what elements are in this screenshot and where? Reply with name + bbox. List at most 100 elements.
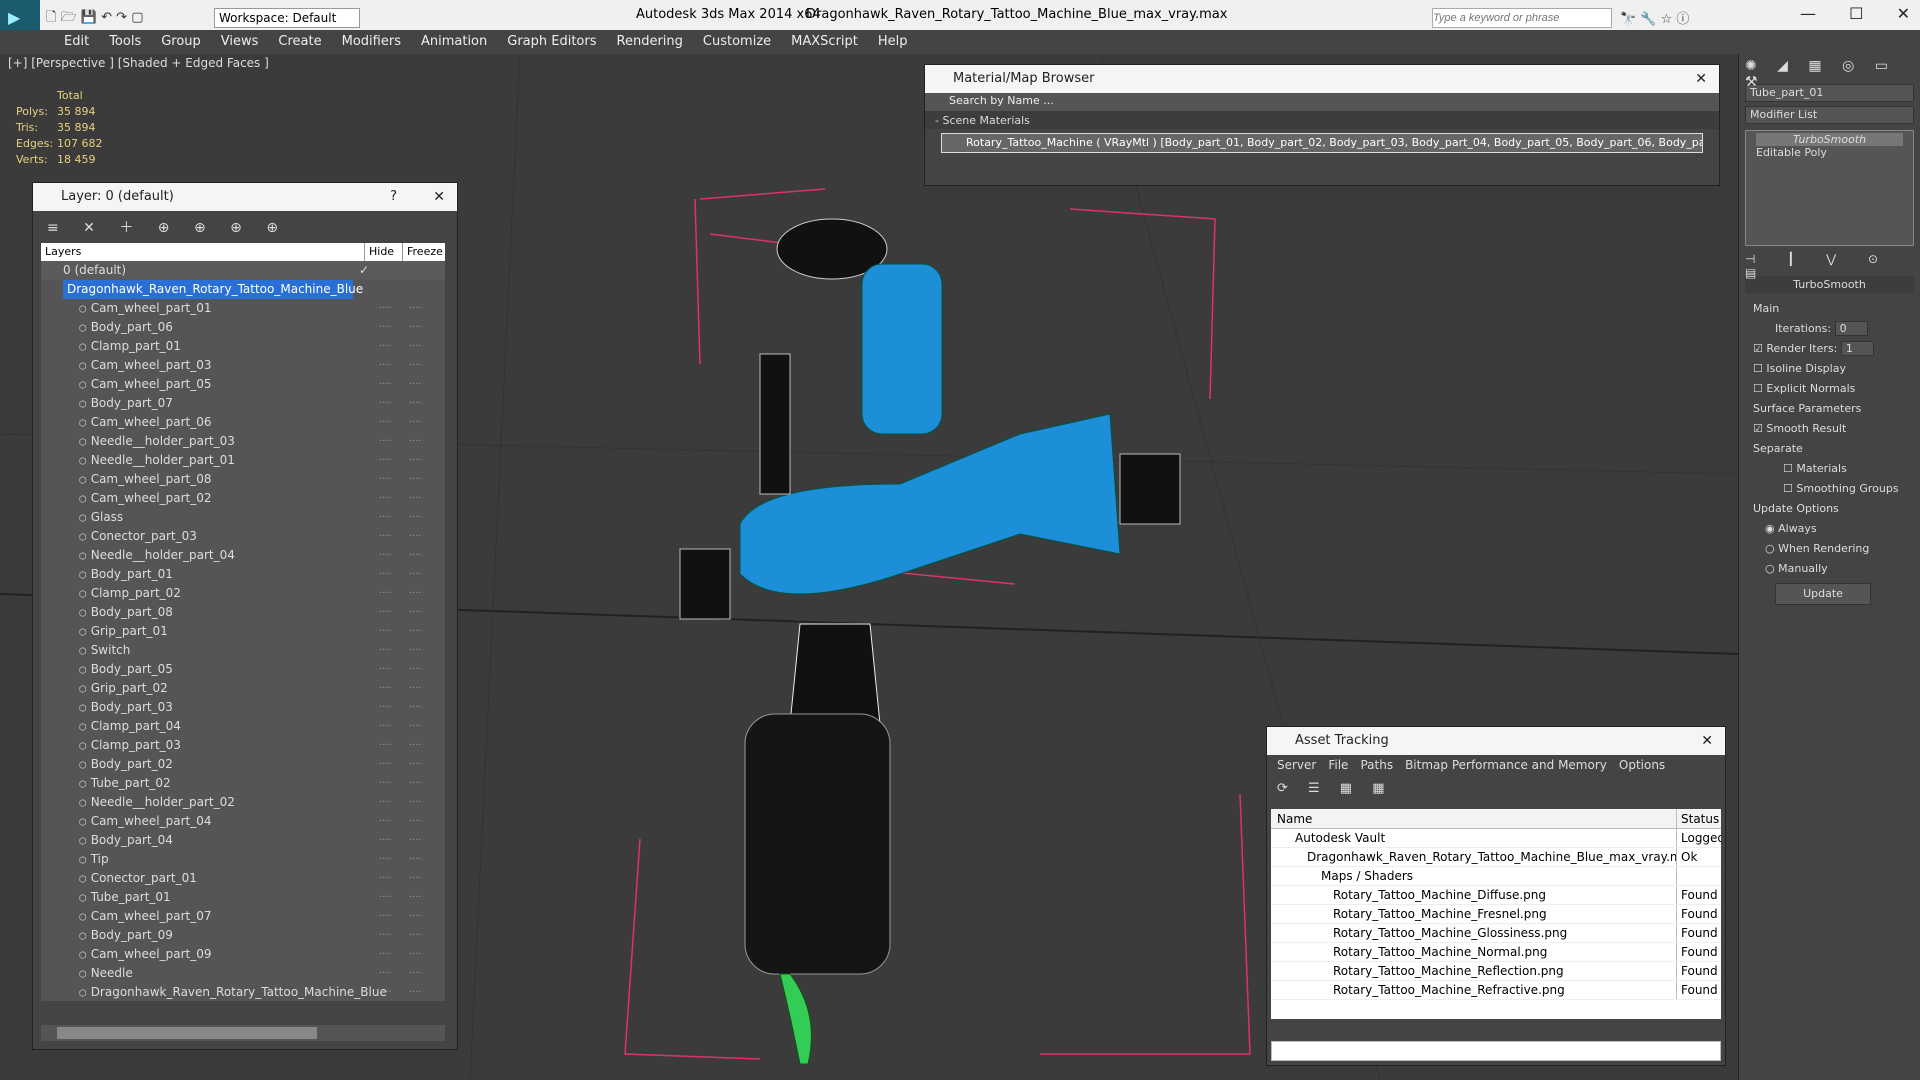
menu-item-modifiers[interactable]: Modifiers [332, 30, 411, 53]
freeze-toggle[interactable]: ···· [409, 812, 422, 831]
layer-object-item[interactable]: ⬡ Switch ···· ···· [41, 641, 445, 660]
menu-item-views[interactable]: Views [211, 30, 269, 53]
freeze-toggle[interactable]: ···· [409, 774, 422, 793]
freeze-toggle[interactable]: ···· [409, 603, 422, 622]
layer-window-title-bar[interactable]: Layer: 0 (default) ? ✕ [33, 183, 457, 211]
hide-toggle[interactable]: ···· [379, 774, 392, 793]
materials-checkbox[interactable]: ☐ [1783, 462, 1793, 475]
hide-toggle[interactable]: ···· [379, 755, 392, 774]
asset-toolbar[interactable]: ⟳ ☰ ▦ ▦ [1267, 777, 1725, 803]
asset-row[interactable]: Rotary_Tattoo_Machine_Diffuse.png Found [1271, 886, 1721, 905]
hide-toggle[interactable]: ···· [379, 584, 392, 603]
modifier-list-dropdown[interactable]: Modifier List [1745, 106, 1914, 124]
layer-object-item[interactable]: ⬡ Grip_part_02 ···· ···· [41, 679, 445, 698]
layer-list[interactable]: 0 (default) ✓ Dragonhawk_Raven_Rotary_Tat… [41, 261, 445, 1001]
minimize-icon[interactable]: — [1800, 4, 1816, 23]
layer-object-item[interactable]: ⬡ Needle__holder_part_02 ···· ···· [41, 793, 445, 812]
layer-object-item[interactable]: ⬡ Dragonhawk_Raven_Rotary_Tattoo_Machine… [41, 983, 445, 1001]
freeze-toggle[interactable]: ···· [409, 432, 422, 451]
freeze-column-header[interactable]: Freeze [403, 243, 445, 261]
hide-toggle[interactable]: ···· [379, 926, 392, 945]
asset-name-header[interactable]: Name [1271, 809, 1677, 828]
asset-menu-options[interactable]: Options [1613, 758, 1671, 772]
close-icon[interactable]: ✕ [1695, 65, 1707, 93]
menu-item-group[interactable]: Group [151, 30, 211, 53]
hide-toggle[interactable]: ···· [379, 451, 392, 470]
freeze-toggle[interactable]: ···· [409, 736, 422, 755]
hide-toggle[interactable]: ···· [379, 907, 392, 926]
freeze-toggle[interactable]: ···· [409, 679, 422, 698]
layer-object-item[interactable]: ⬡ Clamp_part_01 ···· ···· [41, 337, 445, 356]
hide-toggle[interactable]: ···· [379, 812, 392, 831]
freeze-toggle[interactable]: ···· [409, 546, 422, 565]
freeze-toggle[interactable]: ···· [409, 489, 422, 508]
hide-toggle[interactable]: ···· [379, 717, 392, 736]
freeze-toggle[interactable]: ···· [409, 907, 422, 926]
viewport-label[interactable]: [+] [Perspective ] [Shaded + Edged Faces… [8, 56, 269, 70]
layer-object-item[interactable]: ⬡ Conector_part_03 ···· ···· [41, 527, 445, 546]
asset-row[interactable]: Rotary_Tattoo_Machine_Reflection.png Foun… [1271, 962, 1721, 981]
freeze-toggle[interactable]: ···· [409, 698, 422, 717]
hide-toggle[interactable]: ···· [379, 983, 392, 1001]
maximize-icon[interactable]: ☐ [1849, 4, 1863, 23]
material-browser-title-bar[interactable]: Material/Map Browser ✕ [925, 65, 1719, 93]
menu-item-edit[interactable]: Edit [54, 30, 99, 53]
freeze-toggle[interactable]: ···· [409, 508, 422, 527]
freeze-toggle[interactable]: ···· [409, 413, 422, 432]
hide-toggle[interactable]: ···· [379, 375, 392, 394]
window-controls[interactable]: — ☐ ✕ [1800, 4, 1910, 23]
menu-item-customize[interactable]: Customize [693, 30, 781, 53]
hide-toggle[interactable]: ···· [379, 736, 392, 755]
layer-object-item[interactable]: ⬡ Cam_wheel_part_06 ···· ···· [41, 413, 445, 432]
layer-object-item[interactable]: ⬡ Clamp_part_03 ···· ···· [41, 736, 445, 755]
asset-menu-server[interactable]: Server [1271, 758, 1322, 772]
hide-toggle[interactable]: ···· [379, 698, 392, 717]
menu-item-maxscript[interactable]: MAXScript [781, 30, 868, 53]
asset-title-bar[interactable]: Asset Tracking ✕ [1267, 727, 1725, 755]
hide-toggle[interactable]: ···· [379, 546, 392, 565]
layer-object-item[interactable]: ⬡ Needle__holder_part_01 ···· ···· [41, 451, 445, 470]
layers-column-header[interactable]: Layers [41, 243, 365, 261]
layer-object-item[interactable]: ⬡ Conector_part_01 ···· ···· [41, 869, 445, 888]
freeze-toggle[interactable]: ···· [409, 299, 422, 318]
freeze-toggle[interactable]: ···· [409, 793, 422, 812]
hide-toggle[interactable]: ···· [379, 470, 392, 489]
keyword-search-input[interactable] [1432, 8, 1612, 28]
layer-toolbar[interactable]: ≡ ✕ ＋ ⊕ ⊕ ⊕ ⊕ [33, 211, 457, 241]
freeze-toggle[interactable]: ···· [409, 945, 422, 964]
material-search-input[interactable]: Search by Name ... [925, 93, 1719, 111]
render-iters-spinner[interactable]: 1 [1840, 341, 1874, 356]
help-button[interactable]: ? [390, 183, 397, 211]
layer-object-item[interactable]: ⬡ Clamp_part_04 ···· ···· [41, 717, 445, 736]
freeze-toggle[interactable]: ···· [409, 964, 422, 983]
smooth-result-checkbox[interactable]: ☑ [1753, 422, 1763, 435]
hide-toggle[interactable]: ···· [379, 641, 392, 660]
layer-object-item[interactable]: ⬡ Body_part_04 ···· ···· [41, 831, 445, 850]
hide-toggle[interactable]: ···· [379, 660, 392, 679]
freeze-toggle[interactable]: ···· [409, 831, 422, 850]
asset-path-field[interactable] [1271, 1041, 1721, 1061]
freeze-toggle[interactable]: ···· [409, 584, 422, 603]
menu-item-animation[interactable]: Animation [411, 30, 497, 53]
asset-row[interactable]: Autodesk Vault Logged [1271, 829, 1721, 848]
iterations-spinner[interactable]: 0 [1834, 321, 1868, 336]
freeze-toggle[interactable]: ···· [409, 356, 422, 375]
menu-item-tools[interactable]: Tools [99, 30, 151, 53]
close-icon[interactable]: ✕ [1701, 727, 1713, 755]
manually-radio[interactable]: ○ [1765, 562, 1775, 575]
material-entry[interactable]: Rotary_Tattoo_Machine ( VRayMtl ) [Body_… [941, 133, 1703, 153]
freeze-toggle[interactable]: ···· [409, 983, 422, 1001]
layer-object-item[interactable]: ⬡ Cam_wheel_part_07 ···· ···· [41, 907, 445, 926]
hide-toggle[interactable]: ···· [379, 679, 392, 698]
hide-toggle[interactable]: ···· [379, 318, 392, 337]
layer-object-item[interactable]: ⬡ Body_part_09 ···· ···· [41, 926, 445, 945]
hide-toggle[interactable]: ···· [379, 850, 392, 869]
freeze-toggle[interactable]: ···· [409, 641, 422, 660]
layer-object-item[interactable]: ⬡ Tube_part_02 ···· ···· [41, 774, 445, 793]
menu-item-create[interactable]: Create [268, 30, 331, 53]
freeze-toggle[interactable]: ···· [409, 888, 422, 907]
hide-toggle[interactable]: ···· [379, 394, 392, 413]
freeze-toggle[interactable]: ···· [409, 622, 422, 641]
layer-object-item[interactable]: ⬡ Cam_wheel_part_04 ···· ···· [41, 812, 445, 831]
freeze-toggle[interactable]: ···· [409, 451, 422, 470]
